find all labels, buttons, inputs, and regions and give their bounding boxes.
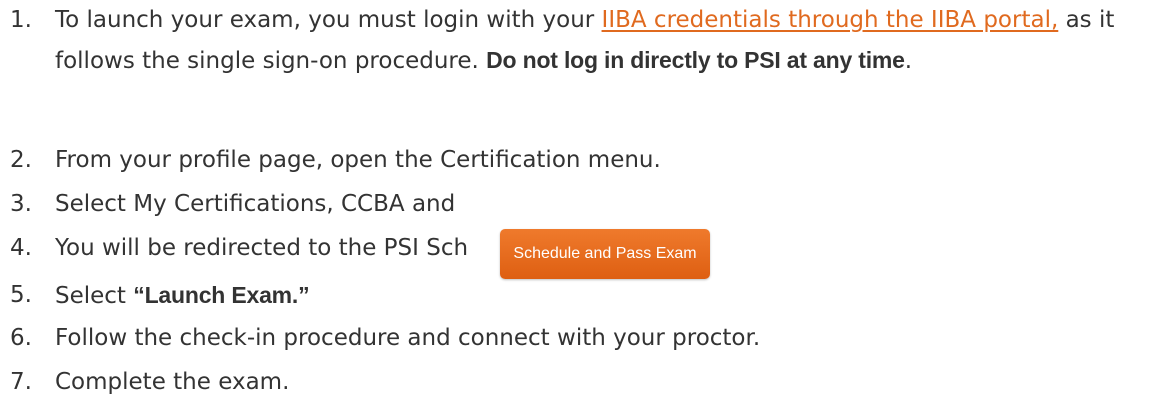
- step-text-part: To launch your exam, you must login with…: [55, 7, 602, 33]
- step-number: 1.: [10, 7, 32, 33]
- step-text: Complete the exam.: [55, 369, 290, 395]
- step-text: Select “Launch Exam.”: [55, 275, 1155, 316]
- step-text: To launch your exam, you must login with…: [55, 0, 1155, 81]
- step-number: 7.: [10, 369, 32, 395]
- iiba-portal-link[interactable]: IIBA credentials through the IIBA portal…: [602, 7, 1059, 33]
- step-text-part: Select: [55, 283, 134, 309]
- step-text: Select My Certifications, CCBA and: [55, 191, 456, 217]
- step-number: 2.: [10, 147, 32, 173]
- step-number: 3.: [10, 191, 32, 217]
- schedule-and-pass-exam-button[interactable]: Schedule and Pass Exam: [500, 229, 710, 279]
- step-number: 5.: [10, 282, 32, 308]
- bold-launch-exam: “Launch Exam.”: [133, 282, 310, 308]
- step-text: From your profile page, open the Certifi…: [55, 147, 661, 173]
- bold-warning: Do not log in directly to PSI at any tim…: [486, 47, 905, 73]
- step-text: Follow the check-in procedure and connec…: [55, 325, 761, 351]
- step-number: 4.: [10, 235, 32, 261]
- step-text-part: .: [904, 48, 913, 74]
- step-number: 6.: [10, 325, 32, 351]
